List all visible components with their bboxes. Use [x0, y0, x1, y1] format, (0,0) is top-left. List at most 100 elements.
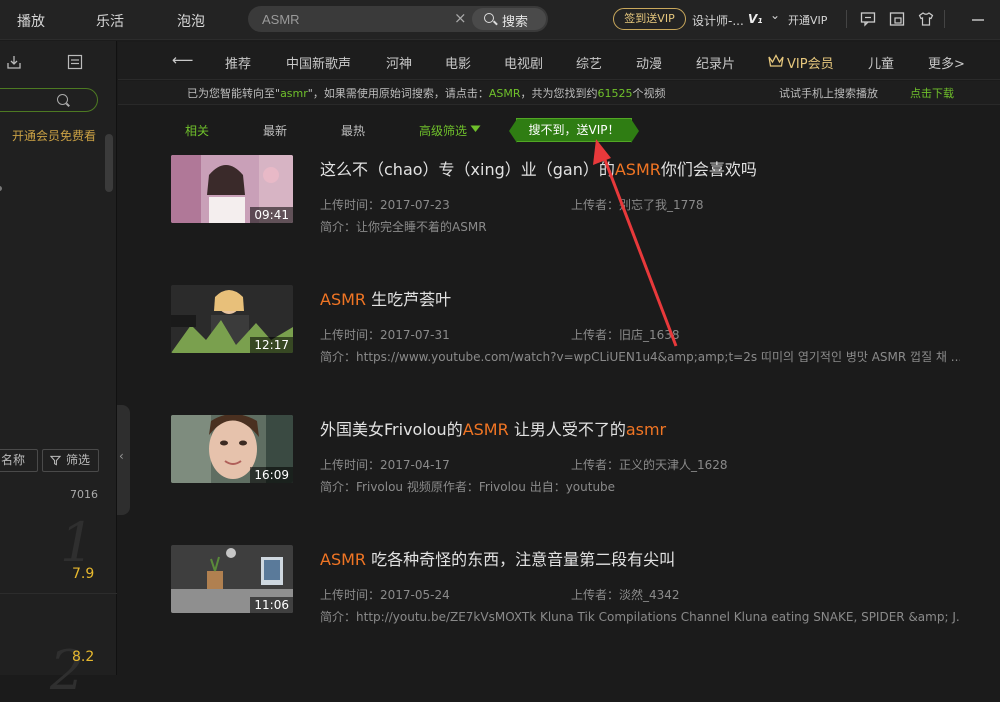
upload-date: 上传时间：2017-07-31 — [320, 328, 450, 342]
cat-hexen[interactable]: 河神 — [386, 53, 412, 72]
video-thumbnail[interactable]: 16:09 — [171, 415, 293, 483]
left-panel: 开通会员免费看 名称 筛选 7016 1 7.9 2 8.2 — [0, 41, 117, 702]
miniplayer-icon[interactable] — [889, 11, 905, 27]
scrollbar[interactable] — [105, 134, 113, 192]
cat-movie[interactable]: 电影 — [445, 53, 471, 72]
uploader: 上传者：别忘了我_1778 — [571, 198, 704, 212]
nav-play[interactable]: 播放 — [17, 11, 45, 31]
video-title[interactable]: ASMR 吃各种奇怪的东西，注意音量第二段有尖叫 — [320, 546, 675, 570]
checkin-vip-button[interactable]: 签到送VIP — [613, 8, 686, 30]
caret-down-icon — [470, 125, 481, 132]
video-description: 简介：https://www.youtube.com/watch?v=wpCLi… — [320, 350, 960, 364]
redirect-term[interactable]: asmr — [280, 87, 308, 100]
video-title[interactable]: 外国美女Frivolou的ASMR 让男人受不了的asmr — [320, 416, 666, 440]
title-text: 你们会喜欢吗 — [660, 160, 757, 179]
nav-lehuo[interactable]: 乐活 — [96, 11, 124, 31]
cat-more[interactable]: 更多> — [928, 53, 965, 72]
download-icon[interactable] — [6, 54, 22, 70]
username[interactable]: 设计师-... — [692, 12, 744, 29]
title-text: 外国美女Frivolou的 — [320, 420, 463, 439]
sort-name-label: 名称 — [1, 453, 26, 467]
minimize-icon[interactable] — [970, 11, 986, 27]
collapse-panel-button[interactable]: ‹ — [117, 405, 130, 515]
search-notice: 已为您智能转向至"asmr"，如果需使用原始词搜索，请点击：ASMR，共为您找到… — [118, 81, 1000, 105]
filter-latest[interactable]: 最新 — [263, 122, 287, 139]
search-button[interactable]: 搜索 — [472, 8, 546, 30]
clear-icon[interactable]: × — [454, 9, 467, 27]
result-count: 7016 — [70, 488, 98, 501]
rank-score: 8.2 — [72, 649, 95, 665]
notice-text: 已为您智能转向至" — [187, 87, 281, 100]
divider — [0, 593, 117, 594]
title-text: 生吃芦荟叶 — [366, 290, 452, 309]
notice-text: ，共为您找到约 — [520, 87, 598, 100]
video-description: 简介：Frivolou 视频原作者：Frivolou 出自：youtube — [320, 480, 616, 494]
cat-vip[interactable]: VIP会员 — [787, 53, 834, 72]
message-icon[interactable] — [860, 11, 876, 27]
funnel-icon — [50, 455, 61, 466]
upload-date: 上传时间：2017-05-24 — [320, 588, 450, 602]
video-title[interactable]: ASMR 生吃芦荟叶 — [320, 286, 451, 310]
video-thumbnail[interactable]: 12:17 — [171, 285, 293, 353]
title-highlight: ASMR — [320, 550, 367, 569]
title-text: 吃各种奇怪的东西，注意音量第二段有尖叫 — [366, 550, 676, 569]
video-description: 简介：http://youtu.be/ZE7kVsMOXTk Kluna Tik… — [320, 610, 960, 624]
video-description: 简介：让你完全睡不着的ASMR — [320, 220, 487, 234]
search-box: × 搜索 — [248, 6, 548, 32]
original-term-link[interactable]: ASMR — [489, 87, 521, 100]
title-highlight: ASMR — [462, 420, 509, 439]
open-vip-link[interactable]: 开通VIP — [788, 12, 827, 28]
mobile-search-text: 试试手机上搜索播放 — [779, 87, 878, 100]
back-icon[interactable]: ⟵ — [172, 51, 194, 69]
cat-anime[interactable]: 动漫 — [636, 53, 662, 72]
divider — [944, 10, 945, 28]
chevron-down-icon[interactable]: ⌄ — [770, 8, 780, 22]
download-link[interactable]: 点击下载 — [910, 85, 954, 101]
dot-icon — [0, 186, 2, 191]
filter-related[interactable]: 相关 — [185, 122, 209, 139]
title-text: 让男人受不了的 — [508, 420, 626, 439]
video-duration: 09:41 — [250, 207, 293, 223]
uploader: 上传者：正义的天津人_1628 — [571, 458, 728, 472]
cat-variety[interactable]: 综艺 — [576, 53, 602, 72]
skin-icon[interactable] — [918, 11, 934, 27]
top-bar: 播放 乐活 泡泡 × 搜索 签到送VIP 设计师-... V₁ ⌄ 开通VIP — [0, 0, 1000, 40]
title-highlight: asmr — [625, 420, 667, 439]
rank-number: 1 — [60, 511, 95, 574]
video-thumbnail[interactable]: 09:41 — [171, 155, 293, 223]
chevron-left-icon: ‹ — [119, 449, 124, 463]
cat-documentary[interactable]: 纪录片 — [696, 53, 735, 72]
video-title[interactable]: 这么不（chao）专（xing）业（gan）的ASMR你们会喜欢吗 — [320, 156, 757, 180]
list-icon[interactable] — [67, 54, 83, 70]
cat-sing-china[interactable]: 中国新歌声 — [286, 53, 351, 72]
sort-by-name-button[interactable]: 名称 — [0, 449, 38, 472]
uploader: 上传者：旧店_1638 — [571, 328, 680, 342]
video-duration: 16:09 — [250, 467, 293, 483]
video-duration: 11:06 — [250, 597, 293, 613]
search-input[interactable] — [262, 10, 452, 28]
notice-text: 个视频 — [632, 87, 666, 100]
filter-hottest[interactable]: 最热 — [341, 122, 365, 139]
title-text: 这么不（chao）专（xing）业（gan）的 — [320, 160, 615, 179]
left-search-input[interactable] — [0, 88, 98, 112]
search-icon — [484, 13, 494, 23]
video-thumbnail[interactable]: 11:06 — [171, 545, 293, 613]
video-duration: 12:17 — [250, 337, 293, 353]
video-count: 61525 — [597, 87, 633, 100]
nav-paopao[interactable]: 泡泡 — [177, 11, 205, 31]
cat-recommend[interactable]: 推荐 — [225, 53, 251, 72]
filter-advanced[interactable]: 高级筛选 — [419, 122, 467, 139]
vip-level-badge: V₁ — [748, 12, 763, 26]
filter-button[interactable]: 筛选 — [42, 449, 99, 472]
uploader: 上传者：淡然_4342 — [571, 588, 680, 602]
open-vip-free-link[interactable]: 开通会员免费看 — [12, 127, 96, 144]
cat-tv[interactable]: 电视剧 — [504, 53, 543, 72]
rank-score: 7.9 — [72, 566, 95, 582]
filter-label: 筛选 — [66, 453, 91, 467]
crown-icon — [768, 54, 784, 67]
category-nav: ⟵ 推荐 中国新歌声 河神 电影 电视剧 综艺 动漫 纪录片 VIP会员 儿童 … — [118, 42, 1000, 80]
cat-kids[interactable]: 儿童 — [868, 53, 894, 72]
notice-text: "，如果需使用原始词搜索，请点击： — [307, 87, 489, 100]
search-button-label: 搜索 — [502, 15, 529, 30]
promo-vip-banner[interactable]: 搜不到，送VIP！ — [509, 118, 639, 143]
